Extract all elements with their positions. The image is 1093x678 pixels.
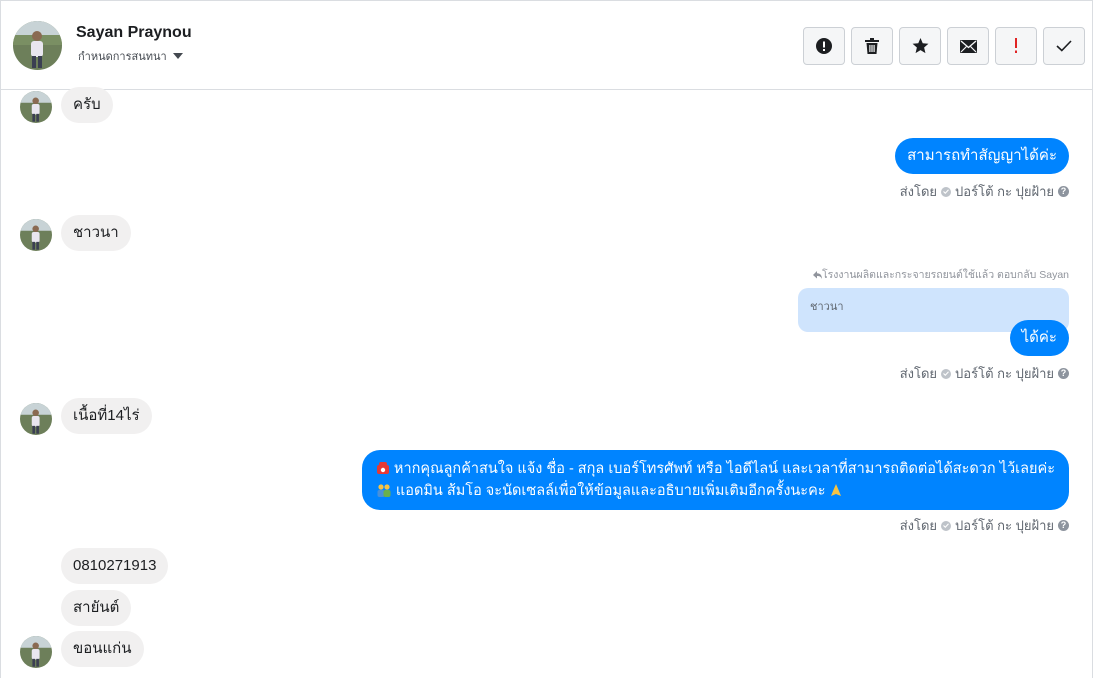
assign-label: กำหนดการสนทนา	[78, 51, 167, 63]
exclamation-icon	[1015, 38, 1017, 53]
contact-name[interactable]: Sayan Praynou	[76, 24, 192, 42]
help-icon[interactable]: ?	[1058, 186, 1069, 197]
outgoing-message[interactable]: สามารถทำสัญญาได้ค่ะ	[895, 138, 1069, 174]
mark-unread-button[interactable]	[947, 27, 989, 65]
incoming-message[interactable]: ชาวนา	[61, 215, 131, 251]
follow-up-button[interactable]	[995, 27, 1037, 65]
sender-name: ปอร์โต้ กะ ปุยฝ้าย	[955, 184, 1054, 199]
caret-down-icon	[172, 53, 183, 59]
message-line: หากคุณลูกค้าสนใจ แจ้ง ชื่อ - สกุล เบอร์โ…	[376, 458, 1055, 480]
quoted-text: ชาวนา	[810, 301, 844, 313]
alert-circle-icon	[816, 38, 832, 54]
conversation-toolbar	[803, 27, 1085, 65]
sent-by-prefix: ส่งโดย	[899, 518, 938, 533]
sent-by-prefix: ส่งโดย	[899, 184, 938, 199]
conversation-header: Sayan Praynou กำหนดการสนทนา	[1, 1, 1092, 90]
trash-icon	[865, 38, 879, 54]
praying-hands-emoji-icon	[830, 484, 841, 496]
sender-avatar[interactable]	[20, 91, 52, 123]
sender-avatar[interactable]	[20, 403, 52, 435]
conversation-panel: Sayan Praynou กำหนดการสนทนา ครับ สามารถท…	[0, 0, 1093, 678]
sender-name: ปอร์โต้ กะ ปุยฝ้าย	[955, 518, 1054, 533]
sent-by-label: ส่งโดย ปอร์โต้ กะ ปุยฝ้าย ?	[900, 515, 1069, 536]
message-line: แอดมิน ส้มโอ จะนัดเซลล์เพื่อให้ข้อมูลและ…	[376, 480, 1055, 502]
outgoing-message[interactable]: หากคุณลูกค้าสนใจ แจ้ง ชื่อ - สกุล เบอร์โ…	[361, 450, 1069, 510]
outgoing-message[interactable]: ได้ค่ะ	[1009, 320, 1069, 356]
incoming-message[interactable]: ครับ	[61, 87, 113, 123]
verified-check-icon	[941, 368, 952, 379]
message-text-line2: แอดมิน ส้มโอ จะนัดเซลล์เพื่อให้ข้อมูลและ…	[395, 483, 826, 499]
contact-avatar[interactable]	[13, 21, 62, 70]
telephone-emoji-icon	[376, 462, 389, 474]
message-thread: ครับ สามารถทำสัญญาได้ค่ะ ส่งโดย ปอร์โต้ …	[1, 87, 1092, 678]
sender-name: ปอร์โต้ กะ ปุยฝ้าย	[955, 366, 1054, 381]
delete-button[interactable]	[851, 27, 893, 65]
help-icon[interactable]: ?	[1058, 520, 1069, 531]
checkmark-icon	[1056, 40, 1072, 52]
verified-check-icon	[941, 186, 952, 197]
incoming-message[interactable]: ขอนแก่น	[61, 631, 144, 667]
sent-by-label: ส่งโดย ปอร์โต้ กะ ปุยฝ้าย ?	[900, 363, 1069, 384]
sender-avatar[interactable]	[20, 219, 52, 251]
assign-conversation-dropdown[interactable]: กำหนดการสนทนา	[78, 47, 183, 65]
incoming-message[interactable]: 0810271913	[61, 548, 169, 584]
people-emoji-icon	[377, 484, 391, 497]
envelope-icon	[959, 39, 977, 53]
sent-by-prefix: ส่งโดย	[899, 366, 938, 381]
reply-arrow-icon	[812, 271, 822, 279]
sent-by-label: ส่งโดย ปอร์โต้ กะ ปุยฝ้าย ?	[900, 181, 1069, 202]
star-icon	[912, 38, 928, 54]
incoming-message[interactable]: สายันต์	[61, 590, 132, 626]
reply-context: โรงงานผลิตและกระจายรถยนต์ใช้แล้ว ตอบกลับ…	[812, 266, 1069, 283]
star-button[interactable]	[899, 27, 941, 65]
sender-avatar[interactable]	[20, 636, 52, 668]
reply-note-text: โรงงานผลิตและกระจายรถยนต์ใช้แล้ว ตอบกลับ…	[821, 269, 1069, 281]
mark-done-button[interactable]	[1043, 27, 1085, 65]
verified-check-icon	[941, 520, 952, 531]
help-icon[interactable]: ?	[1058, 368, 1069, 379]
message-text-line1: หากคุณลูกค้าสนใจ แจ้ง ชื่อ - สกุล เบอร์โ…	[393, 461, 1055, 477]
incoming-message[interactable]: เนื้อที่14ไร่	[61, 398, 152, 434]
spam-button[interactable]	[803, 27, 845, 65]
